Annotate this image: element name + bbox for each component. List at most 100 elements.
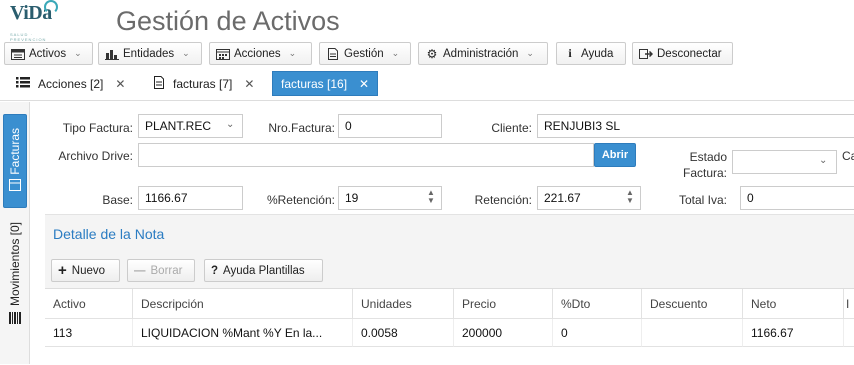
logo-swirl-icon bbox=[44, 0, 58, 14]
close-icon[interactable]: ✕ bbox=[359, 77, 369, 91]
tab-facturas-7-label: facturas [7] bbox=[173, 76, 233, 91]
menubar: Activos ⌄ Entidades ⌄ Acciones ⌄ Gestión… bbox=[0, 41, 854, 67]
spinner-icon[interactable]: ▲ ▼ bbox=[427, 189, 435, 205]
header: ViDa SALUD · PREVENCION Gestión de Activ… bbox=[0, 0, 854, 42]
question-icon: ? bbox=[211, 264, 219, 277]
nuevo-label: Nuevo bbox=[71, 264, 106, 277]
side-tab-facturas[interactable]: Facturas bbox=[3, 114, 27, 208]
cell-descripcion[interactable]: LIQUIDACION %Mant %Y En la... bbox=[133, 319, 353, 347]
column-header[interactable]: I bbox=[844, 289, 854, 319]
calendar-icon bbox=[216, 48, 230, 60]
nro-factura-input[interactable]: 0 bbox=[338, 114, 442, 138]
ayuda-plantillas-label: Ayuda Plantillas bbox=[223, 264, 305, 277]
menu-desconectar[interactable]: Desconectar bbox=[632, 42, 733, 65]
side-tab-movimientos[interactable]: Movimientos [0] bbox=[3, 222, 27, 362]
menu-activos-label: Activos bbox=[29, 47, 67, 60]
menu-administracion[interactable]: ⚙ Administración ⌄ bbox=[418, 42, 548, 65]
menu-acciones-label: Acciones bbox=[234, 47, 281, 60]
chevron-down-icon: ⌄ bbox=[819, 155, 828, 166]
info-icon: i bbox=[568, 46, 572, 60]
menu-ayuda-label: Ayuda bbox=[581, 47, 614, 60]
column-header[interactable]: Neto bbox=[743, 289, 844, 319]
vida-logo: ViDa SALUD · PREVENCION bbox=[10, 0, 70, 42]
archivo-drive-input[interactable] bbox=[138, 143, 594, 167]
cell-descuento[interactable] bbox=[642, 319, 743, 347]
document-icon bbox=[153, 75, 165, 92]
close-icon[interactable]: ✕ bbox=[244, 77, 254, 91]
app-title: Gestión de Activos bbox=[116, 6, 340, 36]
menu-desconectar-label: Desconectar bbox=[657, 47, 722, 60]
menu-administracion-label: Administración bbox=[443, 47, 519, 60]
tab-acciones-label: Acciones [2] bbox=[38, 76, 104, 91]
detalle-title: Detalle de la Nota bbox=[53, 226, 165, 242]
cliente-label: Cliente: bbox=[491, 121, 532, 135]
list-window-icon bbox=[11, 48, 25, 60]
cell-iva[interactable] bbox=[844, 319, 854, 347]
document-icon bbox=[9, 178, 21, 194]
menu-entidades-label: Entidades bbox=[123, 47, 175, 60]
menu-gestion-label: Gestión bbox=[344, 47, 384, 60]
estado-label-line1: Estado bbox=[689, 150, 727, 164]
borrar-button[interactable]: — Borrar bbox=[127, 259, 195, 282]
chevron-down-icon: ⌄ bbox=[74, 48, 82, 58]
nro-factura-label: Nro.Factura: bbox=[268, 121, 335, 135]
cell-neto[interactable]: 1166.67 bbox=[743, 319, 844, 347]
cell-precio[interactable]: 200000 bbox=[454, 319, 553, 347]
tab-acciones[interactable]: Acciones [2] ✕ bbox=[8, 71, 133, 96]
ayuda-plantillas-button[interactable]: ? Ayuda Plantillas bbox=[204, 259, 323, 282]
borrar-label: Borrar bbox=[150, 264, 183, 277]
barcode-icon bbox=[9, 312, 21, 327]
estado-factura-label: Estado Factura: bbox=[653, 149, 727, 181]
truncated-label: Ca bbox=[842, 149, 854, 163]
total-iva-input[interactable]: 0 bbox=[740, 186, 854, 210]
chevron-down-icon: ⌄ bbox=[182, 48, 190, 58]
column-header[interactable]: Descripción bbox=[133, 289, 353, 319]
menu-entidades[interactable]: Entidades ⌄ bbox=[98, 42, 202, 65]
cliente-input[interactable]: RENJUBI3 SL bbox=[537, 114, 854, 138]
document-icon bbox=[326, 47, 340, 60]
column-header[interactable]: Descuento bbox=[642, 289, 743, 319]
logout-icon bbox=[639, 48, 653, 60]
nuevo-button[interactable]: + Nuevo bbox=[51, 259, 120, 282]
abrir-button[interactable]: Abrir bbox=[594, 143, 636, 167]
chevron-down-icon: ⌄ bbox=[288, 48, 297, 58]
tab-facturas-16-label: facturas [16] bbox=[281, 76, 348, 91]
bar-chart-icon bbox=[105, 48, 119, 60]
list-icon bbox=[16, 76, 30, 91]
tab-bar: Acciones [2] ✕ facturas [7] ✕ facturas [… bbox=[0, 67, 854, 101]
menu-gestion[interactable]: Gestión ⌄ bbox=[319, 42, 411, 65]
spinner-icon[interactable]: ▲ ▼ bbox=[626, 189, 634, 205]
menu-acciones[interactable]: Acciones ⌄ bbox=[209, 42, 312, 65]
tab-facturas-16[interactable]: facturas [16] ✕ bbox=[272, 71, 379, 96]
detalle-grid: Activo Descripción Unidades Precio %Dto … bbox=[45, 288, 854, 365]
minus-icon: — bbox=[134, 264, 146, 277]
side-tab-movimientos-label: Movimientos [0] bbox=[8, 222, 22, 307]
menu-ayuda[interactable]: i Ayuda bbox=[556, 42, 626, 65]
column-header[interactable]: %Dto bbox=[553, 289, 642, 319]
cell-activo[interactable]: 113 bbox=[45, 319, 133, 347]
total-iva-label: Total Iva: bbox=[678, 193, 727, 207]
retencion-label: Retención: bbox=[474, 193, 532, 207]
tipo-factura-label: Tipo Factura: bbox=[62, 121, 133, 135]
close-icon[interactable]: ✕ bbox=[115, 77, 125, 91]
archivo-drive-label: Archivo Drive: bbox=[58, 149, 133, 163]
cell-dto[interactable]: 0 bbox=[553, 319, 642, 347]
menu-activos[interactable]: Activos ⌄ bbox=[4, 42, 93, 65]
chevron-down-icon: ⌄ bbox=[526, 48, 534, 58]
base-input[interactable]: 1166.67 bbox=[138, 186, 243, 210]
column-header[interactable]: Precio bbox=[454, 289, 553, 319]
cell-unidades[interactable]: 0.0058 bbox=[353, 319, 454, 347]
base-label: Base: bbox=[102, 193, 133, 207]
side-tabs: Facturas Movimientos [0] bbox=[0, 102, 30, 364]
estado-label-line2: Factura: bbox=[682, 166, 727, 180]
plus-icon: + bbox=[58, 262, 67, 279]
retencion-pct-label: %Retención: bbox=[266, 193, 335, 207]
factura-form: Tipo Factura: PLANT.REC ⌄ Nro.Factura: 0… bbox=[33, 102, 854, 365]
tab-facturas-7[interactable]: facturas [7] ✕ bbox=[145, 71, 262, 96]
column-header[interactable]: Unidades bbox=[353, 289, 454, 319]
chevron-down-icon: ⌄ bbox=[226, 119, 235, 130]
side-tab-facturas-label: Facturas bbox=[8, 128, 22, 175]
gears-icon: ⚙ bbox=[426, 46, 438, 61]
column-header[interactable]: Activo bbox=[45, 289, 133, 319]
chevron-down-icon: ⌄ bbox=[391, 48, 400, 58]
